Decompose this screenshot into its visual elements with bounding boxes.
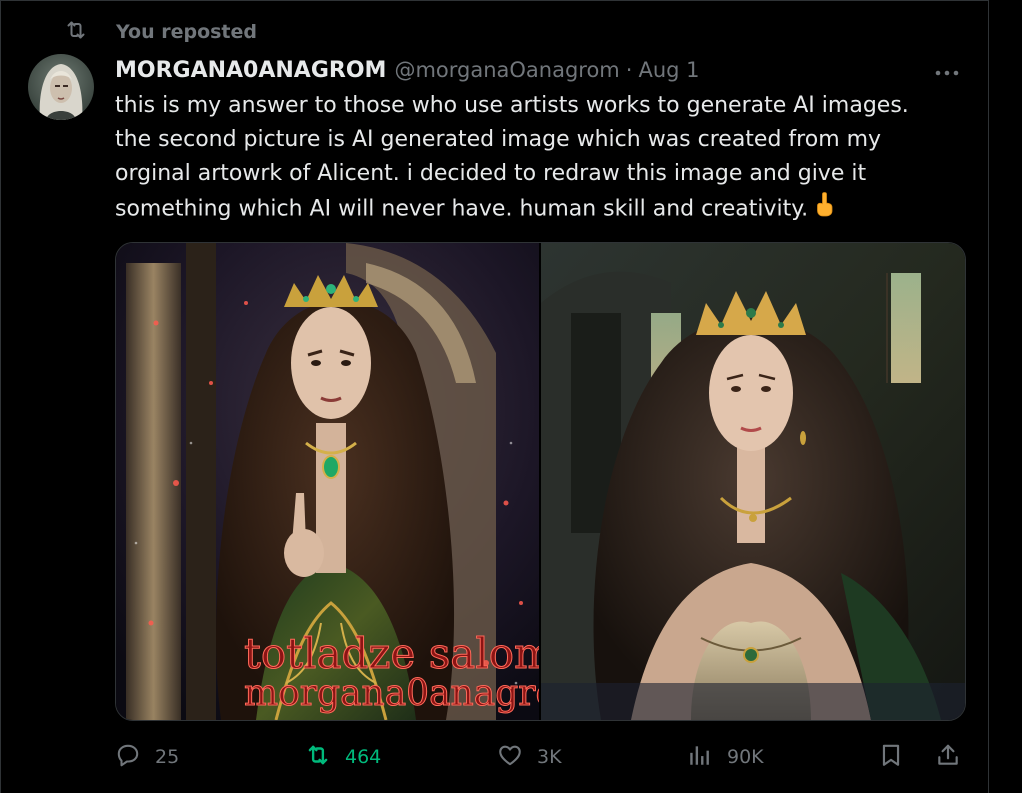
share-icon	[935, 742, 961, 772]
post-text-line: orginal artowrk of Alicent. i decided to…	[115, 161, 867, 186]
views-count: 90K	[727, 746, 764, 768]
watermark-line-2: morgana0anagrom	[244, 673, 539, 714]
more-options-button[interactable]	[932, 58, 962, 84]
watermark-line-1: totladze salome	[244, 629, 539, 678]
post-text: this is my answer to those who use artis…	[115, 89, 975, 228]
post-image-original-artwork[interactable]: totladze salome morgana0anagrom	[116, 243, 592, 720]
middle-finger-emoji-icon	[814, 191, 836, 228]
repost-context: You reposted	[64, 18, 257, 46]
repost-button[interactable]: 464	[305, 735, 381, 779]
repost-count: 464	[345, 746, 382, 768]
views-button[interactable]: 90K	[687, 735, 764, 779]
reply-icon	[115, 742, 141, 772]
header-separator: ·	[625, 58, 633, 82]
author-handle[interactable]: @morganaOanagrom	[394, 58, 619, 82]
more-icon	[934, 62, 960, 81]
post-image-ai-generated[interactable]	[541, 243, 965, 720]
column-border-left	[0, 0, 1, 793]
reply-count: 25	[155, 746, 180, 768]
media-gallery[interactable]: totladze salome morgana0anagrom	[115, 242, 966, 721]
views-icon	[687, 742, 713, 772]
like-button[interactable]: 3K	[497, 735, 562, 779]
post-text-line-content: something which AI will never have. huma…	[115, 196, 809, 222]
repost-icon	[64, 18, 88, 46]
heart-icon	[497, 742, 523, 772]
repost-icon	[305, 742, 331, 772]
post-text-line: this is my answer to those who use artis…	[115, 93, 909, 118]
bookmark-icon	[878, 742, 904, 772]
author-name[interactable]: MORGANA0ANAGROM	[115, 58, 386, 83]
tweet-actions: 25 464 3K 90K	[115, 735, 965, 779]
share-button[interactable]	[935, 735, 961, 779]
avatar[interactable]	[28, 54, 94, 120]
post-text-line: something which AI will never have. huma…	[115, 191, 975, 228]
post-timestamp[interactable]: Aug 1	[638, 58, 699, 82]
repost-label[interactable]: You reposted	[116, 21, 257, 43]
reply-button[interactable]: 25	[115, 735, 179, 779]
top-divider	[0, 0, 989, 1]
column-border-right	[988, 0, 989, 793]
tweet-header: MORGANA0ANAGROM @morganaOanagrom · Aug 1	[115, 54, 700, 86]
like-count: 3K	[537, 746, 562, 768]
bookmark-button[interactable]	[878, 735, 904, 779]
post-text-line: the second picture is AI generated image…	[115, 127, 882, 152]
